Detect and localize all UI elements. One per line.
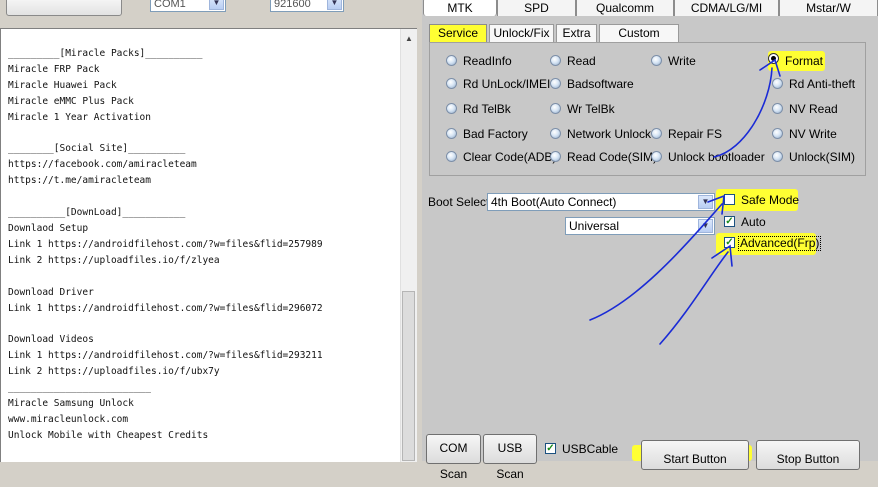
- annotation-arrow-safe-mode: [589, 194, 725, 321]
- annotation-arrows: [589, 58, 781, 345]
- annotation-arrow-format: [713, 58, 781, 158]
